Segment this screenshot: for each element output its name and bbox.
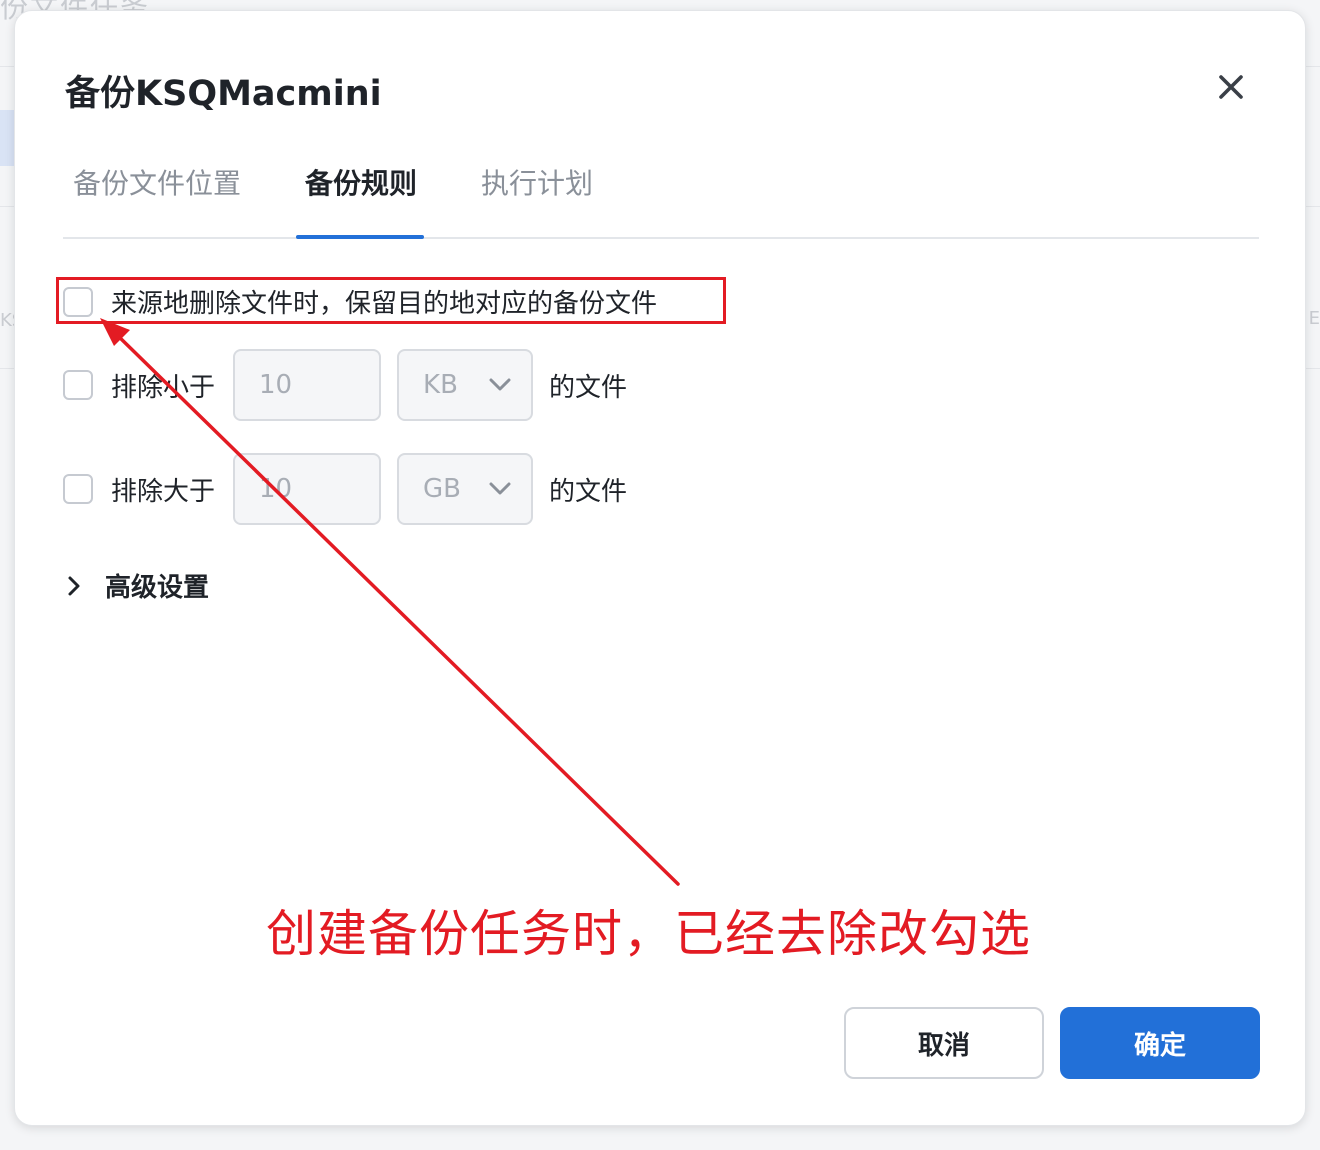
active-tab-indicator bbox=[296, 235, 424, 239]
exclude-larger-unit-select[interactable]: GB bbox=[397, 453, 534, 525]
tab-execution-plan[interactable]: 执行计划 bbox=[481, 161, 593, 237]
background-column-label: E bbox=[1308, 308, 1320, 329]
exclude-larger-suffix: 的文件 bbox=[549, 476, 628, 507]
exclude-larger-label: 排除大于 bbox=[111, 476, 216, 507]
rule-keep-deleted: 来源地删除文件时，保留目的地对应的备份文件 bbox=[63, 283, 657, 320]
exclude-smaller-unit-value: KB bbox=[423, 370, 458, 400]
exclude-larger-size-input[interactable] bbox=[233, 453, 382, 525]
rule-exclude-larger: 排除大于 GB 的文件 bbox=[63, 453, 627, 525]
exclude-larger-checkbox[interactable] bbox=[63, 474, 93, 504]
tab-backup-location[interactable]: 备份文件位置 bbox=[73, 161, 241, 237]
cancel-button[interactable]: 取消 bbox=[844, 1007, 1044, 1079]
chevron-right-icon bbox=[68, 576, 80, 595]
chevron-down-icon bbox=[489, 482, 511, 495]
advanced-settings-label: 高级设置 bbox=[105, 573, 210, 603]
tab-bar: 备份文件位置 备份规则 执行计划 bbox=[63, 161, 1259, 239]
rule-exclude-smaller: 排除小于 KB 的文件 bbox=[63, 349, 627, 421]
exclude-smaller-unit-select[interactable]: KB bbox=[397, 349, 534, 421]
keep-deleted-checkbox[interactable] bbox=[63, 286, 93, 317]
close-icon bbox=[1219, 75, 1243, 99]
exclude-smaller-checkbox[interactable] bbox=[63, 370, 93, 400]
annotation-text: 创建备份任务时，已经去除改勾选 bbox=[266, 905, 1031, 963]
exclude-larger-unit-value: GB bbox=[423, 474, 461, 504]
dialog-title: 备份KSQMacmini bbox=[65, 74, 382, 114]
exclude-smaller-suffix: 的文件 bbox=[549, 372, 628, 403]
exclude-smaller-label: 排除小于 bbox=[111, 372, 216, 403]
confirm-button[interactable]: 确定 bbox=[1060, 1007, 1260, 1079]
exclude-smaller-size-input[interactable] bbox=[233, 349, 382, 421]
background-selected-row bbox=[0, 110, 14, 166]
keep-deleted-label: 来源地删除文件时，保留目的地对应的备份文件 bbox=[111, 289, 658, 319]
chevron-down-icon bbox=[489, 378, 511, 391]
tab-backup-rules[interactable]: 备份规则 bbox=[305, 161, 417, 237]
close-button[interactable] bbox=[1211, 67, 1251, 107]
advanced-settings-toggle[interactable]: 高级设置 bbox=[67, 567, 209, 604]
